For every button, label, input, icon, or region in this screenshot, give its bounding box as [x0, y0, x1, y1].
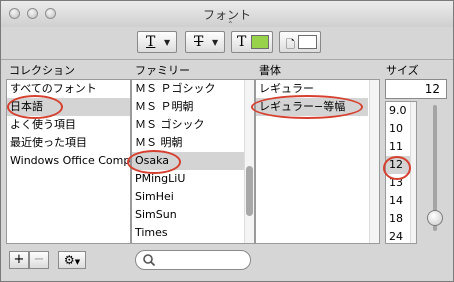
- family-scroll-thumb[interactable]: [246, 166, 253, 216]
- size-list[interactable]: 9.0 10 11 12 13 14 18 24: [385, 101, 417, 244]
- collection-item[interactable]: Windows Office Compatible: [7, 152, 130, 170]
- document-icon: 🗋: [286, 38, 295, 51]
- family-item[interactable]: ＭＳ Ｐ明朝: [132, 98, 244, 116]
- strikethrough-icon: T: [194, 34, 204, 50]
- typeface-header: 書体: [259, 64, 281, 77]
- size-header: サイズ: [386, 64, 419, 77]
- chevron-down-icon: ▼: [212, 38, 219, 47]
- text-color-swatch: [251, 35, 269, 49]
- collection-item-selected[interactable]: 日本語: [7, 98, 130, 116]
- font-panel-window: フォント ⌃ T ▼ T ▼ T 🗋 コレクション ファミリー 書体 サイズ す…: [0, 0, 454, 282]
- collection-list[interactable]: すべてのフォント 日本語 よく使う項目 最近使った項目 Windows Offi…: [6, 79, 131, 244]
- toolbar-separator: [1, 59, 453, 60]
- family-item[interactable]: ＭＳ Ｐゴシック: [132, 80, 244, 98]
- family-item[interactable]: SimHei: [132, 188, 244, 206]
- typeface-item-selected[interactable]: レギュラー−等幅: [256, 98, 368, 116]
- gear-icon: ⚙: [63, 253, 75, 267]
- add-collection-button[interactable]: +: [9, 251, 29, 269]
- strikethrough-popup-button[interactable]: T ▼: [185, 31, 225, 53]
- underline-popup-button[interactable]: T ▼: [137, 31, 177, 53]
- family-header: ファミリー: [135, 64, 190, 77]
- document-color-button[interactable]: 🗋: [279, 31, 321, 53]
- search-input[interactable]: [158, 253, 246, 267]
- chevron-down-icon: ▼: [74, 258, 81, 266]
- title-bar: フォント ⌃: [1, 1, 453, 29]
- remove-collection-button[interactable]: −: [29, 251, 49, 269]
- family-item[interactable]: ＭＳ 明朝: [132, 134, 244, 152]
- action-menu-button[interactable]: ⚙▼: [58, 251, 86, 269]
- chevron-down-icon: ▼: [164, 38, 171, 47]
- family-item[interactable]: SimSun: [132, 206, 244, 224]
- family-item[interactable]: Times: [132, 224, 244, 242]
- size-scrollbar[interactable]: [410, 102, 416, 243]
- family-item[interactable]: PMingLiU: [132, 170, 244, 188]
- toolbar-toggle-icon[interactable]: ⌃: [227, 21, 234, 29]
- typeface-scrollbar[interactable]: [369, 80, 379, 243]
- font-search-field[interactable]: [135, 250, 251, 270]
- family-item[interactable]: ＭＳ ゴシック: [132, 116, 244, 134]
- family-list[interactable]: ＭＳ Ｐゴシック ＭＳ Ｐ明朝 ＭＳ ゴシック ＭＳ 明朝 Osaka PMin…: [131, 79, 255, 244]
- search-icon: [143, 254, 156, 267]
- size-slider-knob[interactable]: [427, 209, 443, 226]
- collection-header: コレクション: [9, 64, 75, 77]
- family-scrollbar[interactable]: [244, 80, 254, 243]
- collection-item[interactable]: よく使う項目: [7, 116, 130, 134]
- typeface-list[interactable]: レギュラー レギュラー−等幅: [255, 79, 380, 244]
- document-color-swatch: [298, 35, 317, 49]
- size-input[interactable]: 12: [385, 79, 447, 99]
- collection-item[interactable]: 最近使った項目: [7, 134, 130, 152]
- family-item-selected[interactable]: Osaka: [132, 152, 244, 170]
- text-color-button[interactable]: T: [231, 31, 273, 53]
- text-color-icon: T: [237, 34, 247, 50]
- underline-icon: T: [146, 34, 156, 50]
- collection-item[interactable]: すべてのフォント: [7, 80, 130, 98]
- typeface-item[interactable]: レギュラー: [256, 80, 368, 98]
